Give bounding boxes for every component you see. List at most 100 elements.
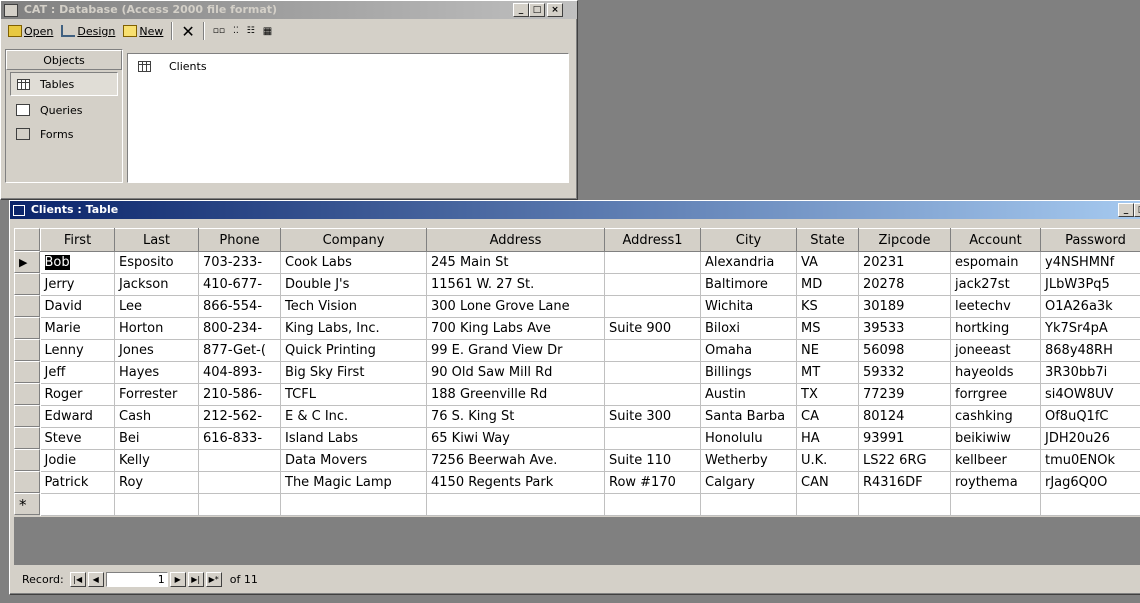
cell-first[interactable]: Jeff [40,361,115,384]
cell-last[interactable]: Bei [114,427,199,450]
column-header-state[interactable]: State [796,228,859,252]
cell-address1[interactable] [604,273,701,296]
cell-last[interactable] [114,493,199,516]
cell-password[interactable] [1040,493,1140,516]
cell-address[interactable]: 7256 Beerwah Ave. [426,449,605,472]
list-item-clients[interactable]: Clients [128,54,568,73]
column-header-account[interactable]: Account [950,228,1041,252]
cell-company[interactable]: Quick Printing [280,339,427,362]
cell-phone[interactable]: 212-562- [198,405,281,428]
cell-last[interactable]: Jones [114,339,199,362]
cell-password[interactable]: Of8uQ1fC [1040,405,1140,428]
cell-phone[interactable]: 800-234- [198,317,281,340]
current-record-input[interactable]: 1 [105,571,168,587]
cell-address1[interactable]: Suite 900 [604,317,701,340]
objects-item-forms[interactable]: Forms [6,122,122,146]
cell-city[interactable]: Baltimore [700,273,797,296]
cell-account[interactable]: roythema [950,471,1041,494]
record-selector[interactable] [14,383,40,405]
cell-zipcode[interactable]: 20231 [858,251,951,274]
cell-zipcode[interactable]: 39533 [858,317,951,340]
cell-account[interactable] [950,493,1041,516]
cell-address[interactable]: 76 S. King St [426,405,605,428]
new-button[interactable]: New [120,21,166,41]
cell-account[interactable]: jack27st [950,273,1041,296]
cell-company[interactable]: The Magic Lamp [280,471,427,494]
cell-city[interactable] [700,493,797,516]
delete-button[interactable]: ✕ [178,21,197,41]
table-row[interactable]: Marie Horton 800-234- King Labs, Inc. 700 Ki… [40,317,1140,340]
maximize-button[interactable]: □ [1134,203,1140,217]
cell-account[interactable]: joneeast [950,339,1041,362]
cell-first[interactable]: Roger [40,383,115,406]
cell-first[interactable]: Steve [40,427,115,450]
table-row[interactable]: Steve Bei 616-833- Island Labs 65 Kiwi Way Ho… [40,427,1140,450]
cell-state[interactable]: MD [796,273,859,296]
cell-zipcode[interactable]: 56098 [858,339,951,362]
cell-first[interactable]: David [40,295,115,318]
record-selector-header[interactable] [14,228,40,251]
cell-state[interactable]: CA [796,405,859,428]
column-header-phone[interactable]: Phone [198,228,281,252]
table-row[interactable]: Patrick Roy The Magic Lamp 4150 Regents Par… [40,471,1140,494]
cell-address1[interactable]: Suite 110 [604,449,701,472]
cell-zipcode[interactable]: 93991 [858,427,951,450]
cell-last[interactable]: Forrester [114,383,199,406]
column-header-company[interactable]: Company [280,228,427,252]
cell-city[interactable]: Biloxi [700,317,797,340]
cell-address[interactable]: 99 E. Grand View Dr [426,339,605,362]
objects-item-tables[interactable]: Tables [10,72,118,96]
open-button[interactable]: Open [5,21,56,41]
small-icons-button[interactable]: ⁚⁚ [230,21,242,41]
design-button[interactable]: Design [58,21,118,41]
cell-company[interactable]: Tech Vision [280,295,427,318]
cell-address1[interactable] [604,493,701,516]
cell-company[interactable]: TCFL [280,383,427,406]
maximize-button[interactable]: □ [529,3,545,17]
cell-password[interactable]: rJag6Q0O [1040,471,1140,494]
minimize-button[interactable]: _ [1118,203,1134,217]
table-row[interactable]: Bob Esposito 703-233- Cook Labs 245 Main St A… [40,251,1140,274]
cell-phone[interactable]: 410-677- [198,273,281,296]
cell-state[interactable]: HA [796,427,859,450]
cell-last[interactable]: Esposito [114,251,199,274]
previous-record-button[interactable]: ◀ [87,571,104,587]
cell-address[interactable]: 700 King Labs Ave [426,317,605,340]
cell-state[interactable] [796,493,859,516]
cell-state[interactable]: MS [796,317,859,340]
cell-zipcode[interactable]: 77239 [858,383,951,406]
cell-address[interactable]: 11561 W. 27 St. [426,273,605,296]
cell-state[interactable]: CAN [796,471,859,494]
cell-account[interactable]: forrgree [950,383,1041,406]
new-record-button[interactable]: ▶* [205,571,222,587]
cell-last[interactable]: Hayes [114,361,199,384]
cell-account[interactable]: kellbeer [950,449,1041,472]
record-selector[interactable] [14,295,40,317]
cell-address1[interactable]: Row #170 [604,471,701,494]
cell-city[interactable]: Billings [700,361,797,384]
cell-zipcode[interactable]: 59332 [858,361,951,384]
cell-address[interactable]: 300 Lone Grove Lane [426,295,605,318]
cell-company[interactable]: Data Movers [280,449,427,472]
cell-address1[interactable] [604,251,701,274]
cell-state[interactable]: NE [796,339,859,362]
cell-address[interactable]: 65 Kiwi Way [426,427,605,450]
cell-company[interactable]: King Labs, Inc. [280,317,427,340]
cell-zipcode[interactable] [858,493,951,516]
table-row[interactable]: David Lee 866-554- Tech Vision 300 Lone Grov… [40,295,1140,318]
record-selector[interactable] [14,471,40,493]
cell-password[interactable]: JDH20u26 [1040,427,1140,450]
table-row[interactable]: Jerry Jackson 410-677- Double J's 11561 W. 2… [40,273,1140,296]
cell-city[interactable]: Calgary [700,471,797,494]
cell-state[interactable]: TX [796,383,859,406]
cell-city[interactable]: Santa Barba [700,405,797,428]
cell-address[interactable]: 245 Main St [426,251,605,274]
cell-account[interactable]: leetechv [950,295,1041,318]
cell-company[interactable]: Island Labs [280,427,427,450]
record-selector[interactable]: ▶ [14,251,40,273]
objects-item-queries[interactable]: Queries [6,98,122,122]
cell-address1[interactable] [604,339,701,362]
new-record-selector[interactable]: * [14,493,40,515]
cell-city[interactable]: Wichita [700,295,797,318]
cell-state[interactable]: VA [796,251,859,274]
